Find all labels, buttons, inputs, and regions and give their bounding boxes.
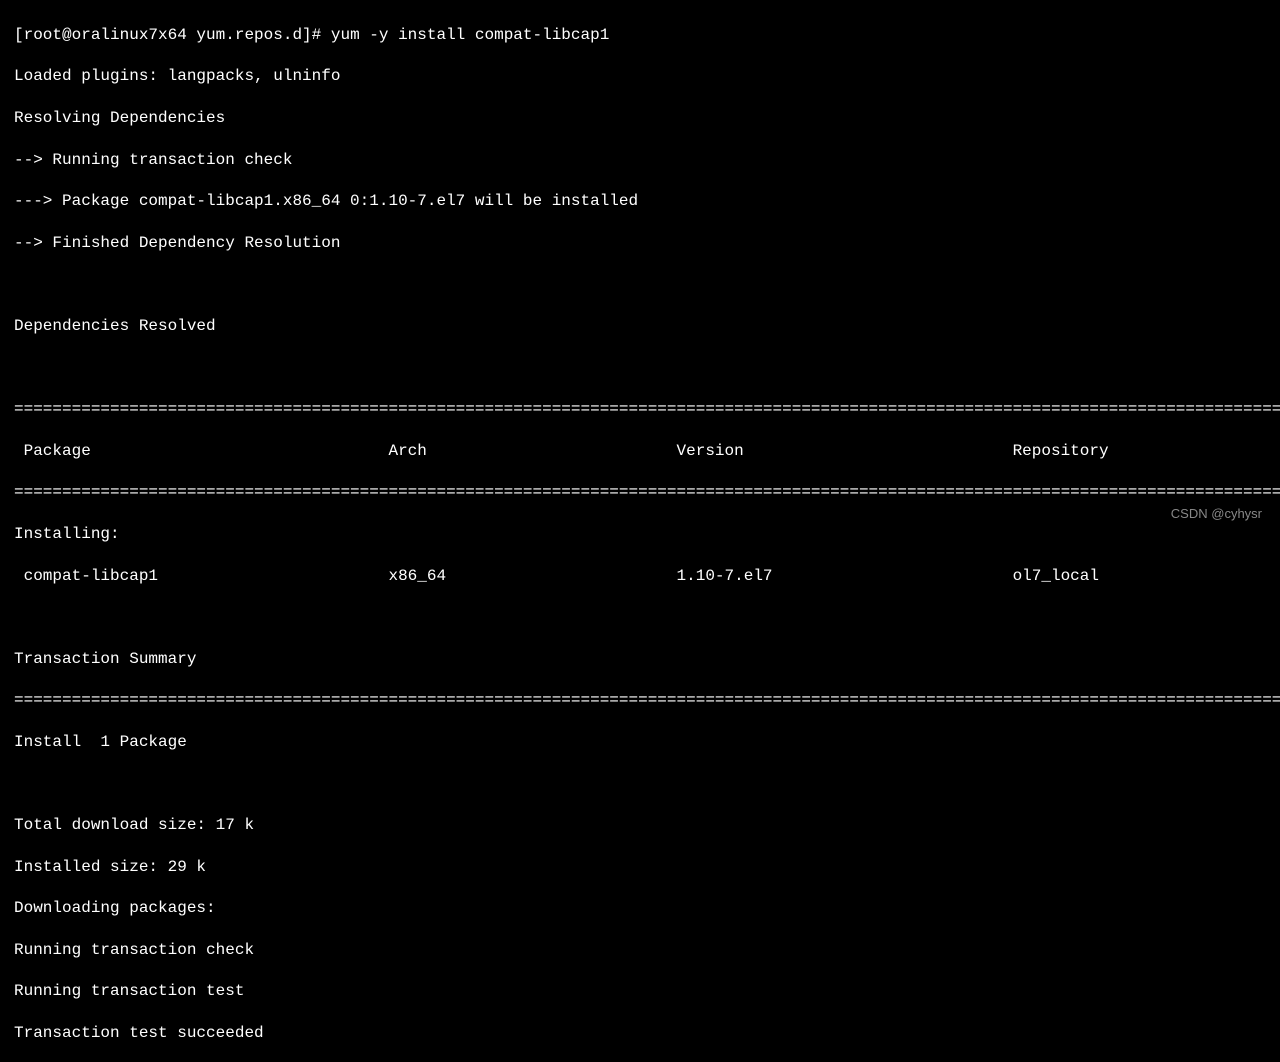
blank-line xyxy=(14,274,1280,295)
output-line: Total download size: 17 k xyxy=(14,815,1280,836)
watermark: CSDN @cyhysr xyxy=(1171,506,1262,523)
blank-line xyxy=(14,607,1280,628)
output-line: Resolving Dependencies xyxy=(14,108,1280,129)
blank-line xyxy=(14,773,1280,794)
output-line: Transaction test succeeded xyxy=(14,1023,1280,1044)
table-header: Package Arch Version Repository Size xyxy=(14,441,1280,462)
output-line: Installed size: 29 k xyxy=(14,857,1280,878)
output-line: --> Finished Dependency Resolution xyxy=(14,233,1280,254)
command-input[interactable]: yum -y install compat-libcap1 xyxy=(331,26,609,44)
output-line: Running transaction check xyxy=(14,940,1280,961)
separator-line: ========================================… xyxy=(14,482,1280,503)
blank-line xyxy=(14,358,1280,379)
output-line: Install 1 Package xyxy=(14,732,1280,753)
output-line: Dependencies Resolved xyxy=(14,316,1280,337)
shell-prompt: [root@oralinux7x64 yum.repos.d]# xyxy=(14,26,331,44)
output-line: Transaction Summary xyxy=(14,649,1280,670)
output-line: Loaded plugins: langpacks, ulninfo xyxy=(14,66,1280,87)
separator-line: ========================================… xyxy=(14,690,1280,711)
output-line: Installing: xyxy=(14,524,1280,545)
output-line: Running transaction test xyxy=(14,981,1280,1002)
terminal-output: [root@oralinux7x64 yum.repos.d]# yum -y … xyxy=(0,4,1280,1062)
output-line: Downloading packages: xyxy=(14,898,1280,919)
package-row: compat-libcap1 x86_64 1.10-7.el7 ol7_loc… xyxy=(14,566,1280,587)
output-line: --> Running transaction check xyxy=(14,150,1280,171)
output-line: ---> Package compat-libcap1.x86_64 0:1.1… xyxy=(14,191,1280,212)
separator-line: ========================================… xyxy=(14,399,1280,420)
